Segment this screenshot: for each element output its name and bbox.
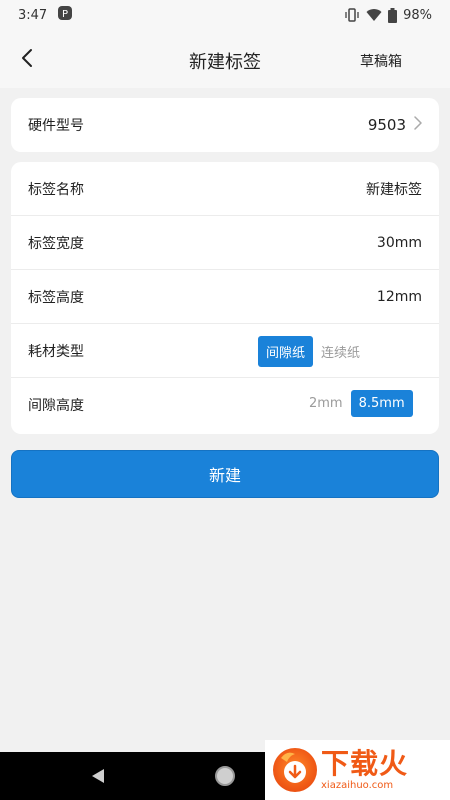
material-option-continuous-paper[interactable]: 连续纸 [313, 336, 368, 367]
watermark-text: 下载火 xiazaihuo.com [321, 746, 409, 791]
label-height-value[interactable]: 12mm [377, 289, 422, 305]
label-width-row[interactable]: 标签宽度 30mm [11, 216, 439, 270]
hardware-card: 硬件型号 9503 [11, 98, 439, 152]
create-button[interactable]: 新建 [11, 450, 439, 498]
app-notification-icon: P [57, 5, 73, 25]
status-right: 98% [344, 7, 432, 23]
gap-option-2mm[interactable]: 2mm [301, 390, 351, 417]
watermark-title: 下载火 [321, 746, 409, 780]
hardware-value: 9503 [367, 116, 406, 134]
label-form-card: 标签名称 新建标签 标签宽度 30mm 标签高度 12mm 耗材类型 间隙纸 连… [11, 162, 439, 434]
label-height-row[interactable]: 标签高度 12mm [11, 270, 439, 324]
chevron-right-icon [414, 116, 422, 134]
gap-height-label: 间隙高度 [28, 398, 84, 414]
status-bar: 3:47 P 98% [0, 0, 450, 30]
label-height-label: 标签高度 [28, 289, 84, 306]
nav-home-icon[interactable] [215, 766, 235, 786]
label-width-value[interactable]: 30mm [377, 235, 422, 251]
wifi-icon [366, 8, 382, 22]
status-time: 3:47 [18, 7, 48, 23]
label-name-label: 标签名称 [28, 181, 84, 198]
drafts-button[interactable]: 草稿箱 [360, 51, 402, 71]
hardware-label: 硬件型号 [28, 118, 84, 134]
screen: 3:47 P 98% 新建标签 草稿箱 硬件型号 9503 标签名称 新建标签 … [0, 0, 450, 800]
vibrate-icon [344, 8, 360, 22]
hardware-row[interactable]: 硬件型号 9503 [11, 98, 439, 152]
nav-back-icon[interactable] [90, 768, 106, 788]
material-option-gap-paper[interactable]: 间隙纸 [258, 336, 314, 367]
hardware-value-wrap: 9503 [368, 116, 422, 134]
battery-percent: 98% [403, 7, 432, 23]
label-name-row[interactable]: 标签名称 新建标签 [11, 162, 439, 216]
app-header: 新建标签 草稿箱 [0, 30, 450, 88]
label-width-label: 标签宽度 [28, 235, 84, 252]
label-name-value[interactable]: 新建标签 [366, 179, 422, 199]
material-type-label: 耗材类型 [28, 343, 84, 360]
gap-option-8-5mm[interactable]: 8.5mm [350, 390, 413, 417]
gap-height-row: 间隙高度 2mm 8.5mm [11, 378, 439, 432]
watermark-logo-icon [273, 748, 317, 792]
material-type-row: 耗材类型 间隙纸 连续纸 [11, 324, 439, 378]
status-left: 3:47 P [18, 5, 73, 25]
svg-text:P: P [62, 9, 68, 20]
gap-height-selector: 2mm 8.5mm [301, 390, 413, 417]
battery-icon [388, 7, 398, 23]
material-type-selector: 间隙纸 连续纸 [258, 336, 368, 367]
watermark-url: xiazaihuo.com [321, 779, 394, 791]
watermark: 下载火 xiazaihuo.com [265, 740, 450, 800]
